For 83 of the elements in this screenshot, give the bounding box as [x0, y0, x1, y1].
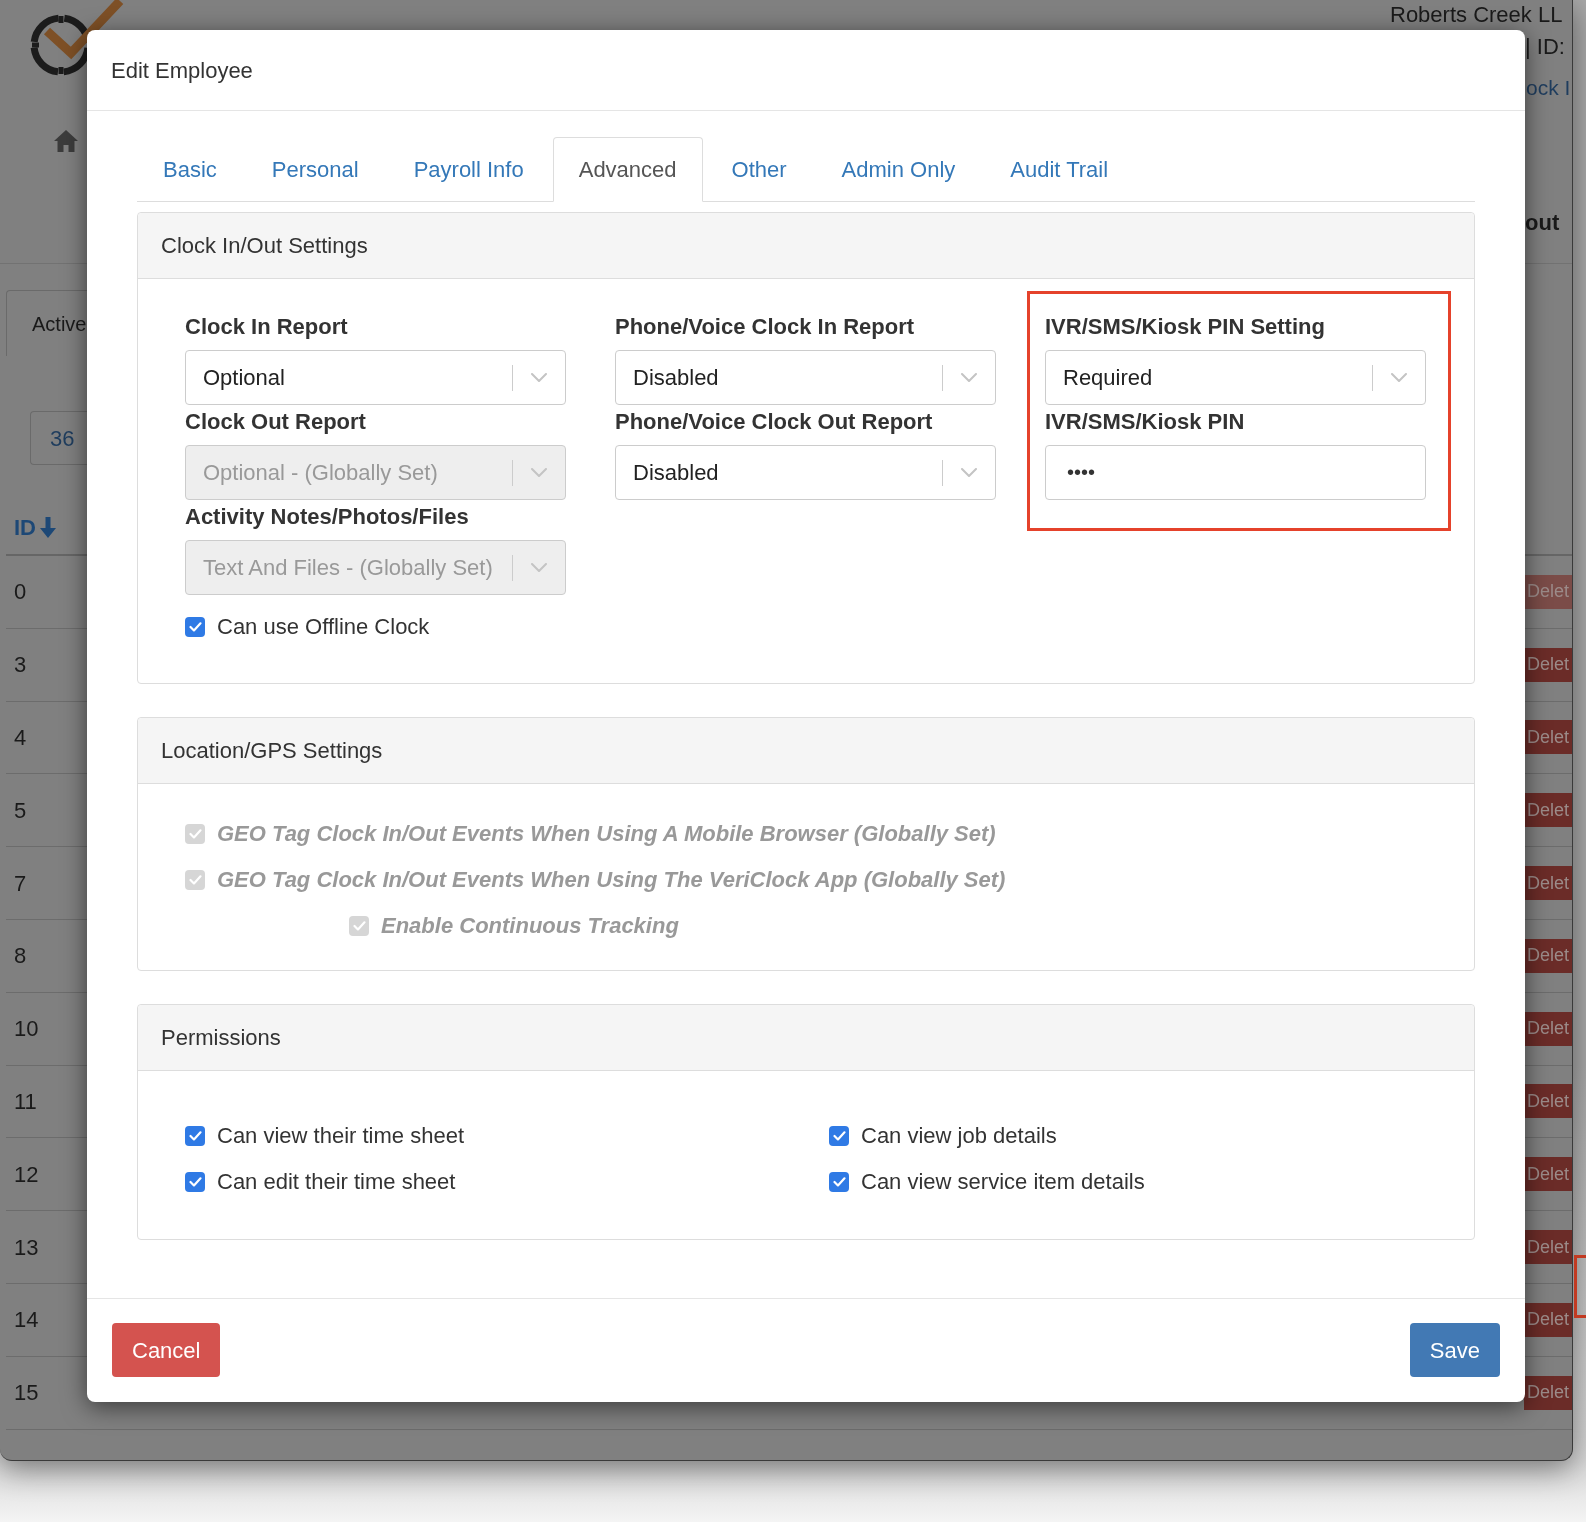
delete-button[interactable]: Delet — [1524, 1011, 1572, 1046]
panel-heading: Permissions — [138, 1005, 1474, 1071]
table-cell-text: 11 — [14, 1087, 37, 1116]
table-cell-text: 13 — [14, 1233, 39, 1262]
cancel-button[interactable]: Cancel — [112, 1323, 221, 1377]
home-icon[interactable] — [54, 130, 78, 152]
dropdown-select[interactable]: Required — [1045, 350, 1426, 405]
delete-button[interactable]: Delet — [1524, 1084, 1572, 1119]
field-label: Activity Notes/Photos/Files — [185, 503, 470, 531]
chevron-down-icon — [531, 373, 547, 382]
tab[interactable]: Personal — [245, 137, 385, 202]
checkmark-icon — [188, 875, 202, 885]
checkbox-label: Can view job details — [861, 1123, 1057, 1149]
delete-button[interactable]: Delet — [1524, 1375, 1572, 1410]
dropdown-select[interactable]: Disabled — [615, 445, 996, 500]
delete-button[interactable]: Delet — [1524, 1230, 1572, 1265]
checkmark-icon — [188, 1177, 202, 1187]
arrow-down-icon — [40, 516, 56, 538]
tab[interactable]: Audit Trail — [984, 137, 1135, 202]
table-cell-text: 8 — [14, 942, 27, 971]
save-button[interactable]: Save — [1409, 1323, 1500, 1377]
checkbox[interactable] — [829, 1172, 849, 1192]
panel-heading: Location/GPS Settings — [138, 718, 1474, 784]
chevron-down-icon — [531, 468, 547, 477]
checkmark-icon — [832, 1177, 846, 1187]
delete-button[interactable]: Delet — [1524, 866, 1572, 901]
checkbox-label: Enable Continuous Tracking — [381, 913, 679, 939]
panel-heading: Clock In/Out Settings — [138, 213, 1474, 279]
delete-button[interactable]: Delet — [1524, 647, 1572, 682]
table-cell-text: 10 — [14, 1015, 39, 1044]
checkbox-label: Can view their time sheet — [217, 1123, 464, 1149]
delete-button[interactable]: Delet — [1524, 938, 1572, 973]
table-cell-text: 5 — [14, 796, 27, 825]
table-cell-text: 14 — [14, 1306, 39, 1335]
annotation-box — [1574, 1255, 1586, 1318]
table-cell-text: 4 — [14, 724, 27, 752]
checkbox[interactable] — [185, 617, 205, 637]
chevron-down-icon — [961, 373, 977, 382]
checkmark-icon — [188, 622, 202, 632]
dropdown-select[interactable]: Optional — [185, 350, 566, 405]
checkbox-label: GEO Tag Clock In/Out Events When Using The VeriClock App (Globally Set) — [217, 867, 1006, 893]
field-label: IVR/SMS/Kiosk PIN Setting — [1045, 313, 1326, 341]
checkbox-label: Can use Offline Clock — [217, 614, 430, 640]
column-heading: out — [1525, 211, 1560, 235]
chevron-down-icon — [961, 468, 977, 477]
delete-button[interactable]: Delet — [1524, 793, 1572, 828]
modal-title: Edit Employee — [111, 56, 253, 85]
nav-link[interactable]: ock I — [1526, 76, 1571, 100]
table-cell-text: 7 — [14, 869, 27, 898]
checkbox-label: Can edit their time sheet — [217, 1169, 456, 1195]
checkbox[interactable] — [829, 1126, 849, 1146]
checkmark-icon — [188, 1131, 202, 1141]
tab[interactable]: Other — [705, 137, 813, 202]
checkmark-icon — [188, 829, 202, 839]
tab[interactable]: Basic — [137, 137, 243, 202]
tab[interactable]: Payroll Info — [387, 137, 550, 202]
table-cell-text: 3 — [14, 651, 27, 680]
table-cell-text: 0 — [14, 578, 27, 607]
checkbox[interactable] — [185, 1172, 205, 1192]
pin-field[interactable]: •••• — [1045, 445, 1426, 500]
field-label: Clock In Report — [185, 313, 349, 341]
field-label: Phone/Voice Clock Out Report — [615, 408, 934, 436]
column-heading[interactable]: ID — [14, 510, 36, 544]
checkbox[interactable] — [185, 1126, 205, 1146]
tab[interactable]: Advanced — [552, 137, 703, 202]
chevron-down-icon — [1391, 373, 1407, 382]
checkmark-icon — [352, 921, 366, 931]
checkbox-label: GEO Tag Clock In/Out Events When Using A Mobile Browser (Globally Set) — [217, 821, 996, 847]
delete-button[interactable]: Delet — [1524, 720, 1572, 755]
dropdown-select[interactable]: Disabled — [615, 350, 996, 405]
tab[interactable]: Admin Only — [815, 137, 982, 202]
checkbox-label: Can view service item details — [861, 1169, 1145, 1195]
delete-button[interactable]: Delet — [1524, 1157, 1572, 1192]
table-cell-text: 15 — [14, 1379, 39, 1408]
field-label: IVR/SMS/Kiosk PIN — [1045, 408, 1246, 436]
delete-button[interactable]: Delet — [1524, 1302, 1572, 1337]
field-label: Phone/Voice Clock In Report — [615, 313, 916, 341]
company-name: Roberts Creek LL — [1390, 3, 1563, 27]
checkmark-icon — [832, 1131, 846, 1141]
table-cell-text: 12 — [14, 1160, 39, 1189]
field-label: Clock Out Report — [185, 408, 367, 436]
account-id-label: | ID: — [1525, 35, 1565, 59]
chevron-down-icon — [531, 563, 547, 572]
